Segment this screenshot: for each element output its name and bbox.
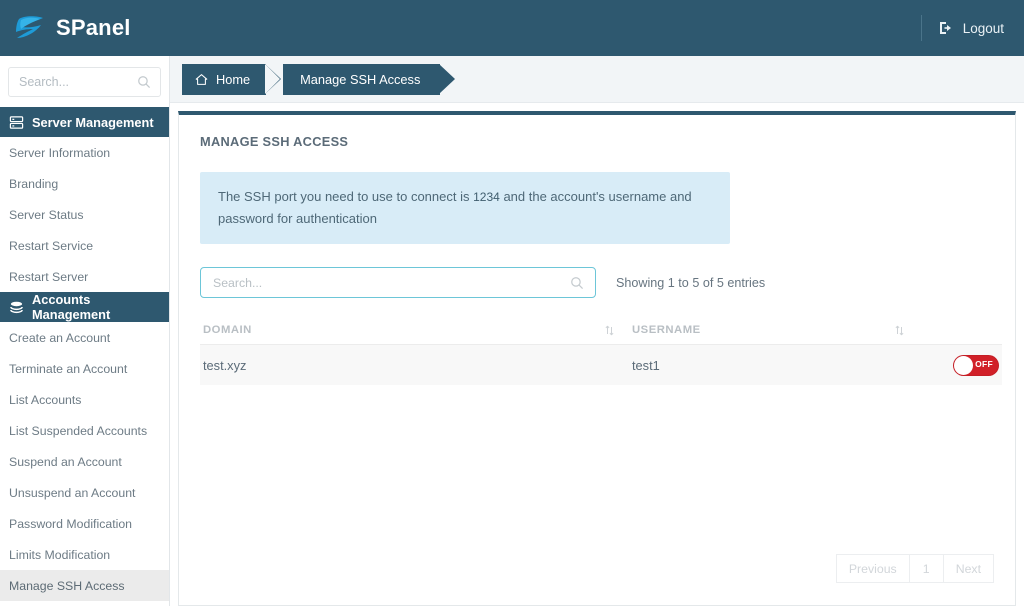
cell-username: test1 bbox=[628, 358, 918, 373]
top-bar-right: Logout bbox=[921, 13, 1024, 43]
toggle-knob bbox=[954, 356, 973, 375]
toggle-state-label: OFF bbox=[975, 359, 993, 369]
sidebar-item-unsuspend-an-account[interactable]: Unsuspend an Account bbox=[0, 477, 169, 508]
column-header-username[interactable]: USERNAME bbox=[628, 324, 918, 336]
layers-icon bbox=[9, 300, 24, 315]
sign-out-icon bbox=[938, 20, 954, 36]
sidebar-group-label: Accounts Management bbox=[32, 292, 169, 322]
sidebar-item-label: Restart Service bbox=[9, 239, 93, 253]
search-icon bbox=[570, 276, 584, 290]
sidebar-item-label: Terminate an Account bbox=[9, 362, 127, 376]
sort-updown-icon bbox=[895, 325, 904, 336]
sort-updown-icon bbox=[605, 325, 614, 336]
pagination-previous-button[interactable]: Previous bbox=[836, 554, 910, 583]
brand-name: SPanel bbox=[56, 15, 131, 41]
sidebar-item-manage-ssh-access[interactable]: Manage SSH Access bbox=[0, 570, 169, 601]
sidebar-search-wrap bbox=[0, 56, 169, 107]
top-bar: SPanel Logout bbox=[0, 0, 1024, 56]
sidebar-item-label: Create an Account bbox=[9, 331, 110, 345]
table-header-row: DOMAIN USERNAME bbox=[200, 316, 1002, 345]
table-toolbar: Showing 1 to 5 of 5 entries bbox=[200, 267, 1015, 298]
pagination-page-1[interactable]: 1 bbox=[910, 554, 944, 583]
server-icon bbox=[9, 115, 24, 130]
sidebar-group-label: Server Management bbox=[32, 115, 154, 130]
sidebar-item-suspend-an-account[interactable]: Suspend an Account bbox=[0, 446, 169, 477]
sidebar-item-branding[interactable]: Branding bbox=[0, 168, 169, 199]
sidebar-item-server-information[interactable]: Server Information bbox=[0, 137, 169, 168]
logout-label: Logout bbox=[963, 21, 1004, 36]
sidebar-item-list-suspended-accounts[interactable]: List Suspended Accounts bbox=[0, 415, 169, 446]
sidebar-group-accounts-management[interactable]: Accounts Management bbox=[0, 292, 169, 322]
ssh-access-table: DOMAIN USERNAME bbox=[200, 316, 1002, 385]
sidebar-item-label: Suspend an Account bbox=[9, 455, 122, 469]
sidebar-item-create-an-account[interactable]: Create an Account bbox=[0, 322, 169, 353]
sidebar-item-restart-service[interactable]: Restart Service bbox=[0, 230, 169, 261]
search-input[interactable] bbox=[201, 268, 595, 297]
sidebar-item-list-accounts[interactable]: List Accounts bbox=[0, 384, 169, 415]
column-header-label: DOMAIN bbox=[203, 324, 252, 336]
table-search[interactable] bbox=[200, 267, 596, 298]
sidebar-item-label: Branding bbox=[9, 177, 58, 191]
brand[interactable]: SPanel bbox=[0, 13, 131, 43]
ssh-port-value: 1234 bbox=[473, 190, 500, 204]
logout-button[interactable]: Logout bbox=[938, 20, 1004, 36]
sidebar-item-label: Server Status bbox=[9, 208, 84, 222]
breadcrumb-label: Manage SSH Access bbox=[300, 72, 420, 87]
breadcrumb-chevron-icon bbox=[265, 64, 280, 94]
divider bbox=[921, 15, 922, 41]
sidebar-search[interactable] bbox=[8, 67, 161, 97]
breadcrumb-item-manage-ssh-access[interactable]: Manage SSH Access bbox=[283, 64, 440, 95]
ssh-port-info-alert: The SSH port you need to use to connect … bbox=[200, 172, 730, 244]
breadcrumb: Home Manage SSH Access bbox=[170, 56, 1024, 103]
breadcrumb-item-home[interactable]: Home bbox=[182, 64, 266, 95]
sidebar-item-label: Password Modification bbox=[9, 517, 132, 531]
spanel-swoosh-logo-icon bbox=[14, 13, 46, 43]
sidebar-item-label: List Accounts bbox=[9, 393, 81, 407]
alert-text-before: The SSH port you need to use to connect … bbox=[218, 189, 469, 204]
sidebar-item-label: Limits Modification bbox=[9, 548, 110, 562]
sidebar: Server Management Server Information Bra… bbox=[0, 56, 170, 606]
main-content: MANAGE SSH ACCESS The SSH port you need … bbox=[170, 103, 1024, 606]
sidebar-item-password-modification[interactable]: Password Modification bbox=[0, 508, 169, 539]
column-header-label: USERNAME bbox=[632, 324, 701, 336]
sidebar-item-label: List Suspended Accounts bbox=[9, 424, 147, 438]
table-row: test.xyz test1 OFF bbox=[200, 345, 1002, 385]
sidebar-group-server-management[interactable]: Server Management bbox=[0, 107, 169, 137]
cell-domain: test.xyz bbox=[200, 358, 628, 373]
ssh-access-card: MANAGE SSH ACCESS The SSH port you need … bbox=[178, 111, 1016, 606]
home-icon bbox=[195, 73, 208, 86]
pagination-next-button[interactable]: Next bbox=[944, 554, 994, 583]
sidebar-item-label: Server Information bbox=[9, 146, 110, 160]
ssh-access-toggle[interactable]: OFF bbox=[953, 355, 999, 376]
cell-toggle: OFF bbox=[918, 355, 1002, 376]
sidebar-item-label: Manage SSH Access bbox=[9, 579, 125, 593]
sidebar-item-label: Unsuspend an Account bbox=[9, 486, 135, 500]
column-header-domain[interactable]: DOMAIN bbox=[200, 324, 628, 336]
sidebar-item-server-status[interactable]: Server Status bbox=[0, 199, 169, 230]
breadcrumb-bar: Home Manage SSH Access bbox=[170, 56, 1024, 103]
page-title: MANAGE SSH ACCESS bbox=[179, 115, 1015, 149]
breadcrumb-label: Home bbox=[216, 72, 250, 87]
entries-info: Showing 1 to 5 of 5 entries bbox=[616, 276, 765, 290]
sidebar-item-terminate-an-account[interactable]: Terminate an Account bbox=[0, 353, 169, 384]
sidebar-item-label: Restart Server bbox=[9, 270, 88, 284]
sidebar-item-restart-server[interactable]: Restart Server bbox=[0, 261, 169, 292]
pagination: Previous 1 Next bbox=[836, 554, 994, 583]
search-icon bbox=[137, 75, 151, 89]
sidebar-item-limits-modification[interactable]: Limits Modification bbox=[0, 539, 169, 570]
